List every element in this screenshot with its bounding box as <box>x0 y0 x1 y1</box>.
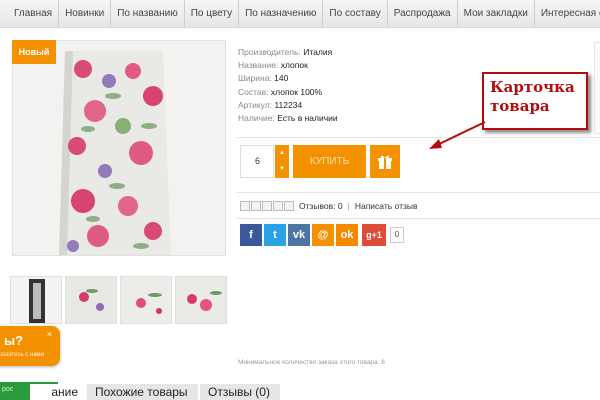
quantity-stepper[interactable]: ▲ ▼ <box>275 145 289 178</box>
spec-name: Название: хлопок <box>238 59 338 72</box>
spec-value: Есть в наличии <box>277 113 338 124</box>
spec-value: 140 <box>274 73 289 84</box>
social-share: f t vk @ ok g+1 0 <box>240 224 404 246</box>
annotation-line: товара <box>490 97 550 115</box>
twitter-icon[interactable]: t <box>264 224 286 246</box>
new-badge: Новый <box>12 40 56 64</box>
star-icon <box>251 201 261 211</box>
spec-manufacturer: Производитель: Италия <box>238 46 338 59</box>
tab-reviews[interactable]: Отзывы (0) <box>200 384 280 400</box>
buy-button[interactable]: КУПИТЬ <box>293 145 366 178</box>
spec-availability: Наличие: Есть в наличии <box>238 112 338 125</box>
vk-icon[interactable]: vk <box>288 224 310 246</box>
min-order-text: Минимальное количество заказа этого това… <box>238 359 385 366</box>
star-icon <box>284 201 294 211</box>
callback-subtitle: зэзэтесь с нами <box>0 352 45 358</box>
chevron-down-icon[interactable]: ▼ <box>275 161 289 177</box>
nav-item-home[interactable]: Главная <box>0 0 60 27</box>
star-icon <box>240 201 250 211</box>
reviews-row: Отзывов: 0 | Написать отзыв <box>240 201 418 211</box>
quantity-input[interactable]: 6 <box>240 145 274 178</box>
callback-question: ы? <box>4 333 24 348</box>
star-icon <box>273 201 283 211</box>
product-specs: Производитель: Италия Название: хлопок Ш… <box>238 46 338 125</box>
spec-label: Состав: <box>238 86 269 97</box>
spec-label: Наличие: <box>238 113 275 124</box>
spec-label: Артикул: <box>238 99 273 110</box>
rating-stars <box>240 201 294 211</box>
nav-item-sale[interactable]: Распродажа <box>387 0 458 27</box>
product-tabs: ание Похожие товары Отзывы (0) <box>0 380 600 400</box>
nav-item-interesting[interactable]: Интересная стра <box>534 0 600 27</box>
spec-label: Производитель: <box>238 47 301 57</box>
nav-item-by-composition[interactable]: По составу <box>323 0 388 27</box>
tab-description[interactable]: ание <box>30 384 86 400</box>
divider <box>236 192 600 193</box>
nav-item-new[interactable]: Новинки <box>59 0 112 27</box>
thumbnail[interactable] <box>10 276 62 324</box>
nav-item-by-purpose[interactable]: По назначению <box>239 0 324 27</box>
nav-item-by-color[interactable]: По цвету <box>184 0 240 27</box>
spec-sku: Артикул: 112234 <box>238 99 338 112</box>
spec-label: Ширина: <box>238 73 272 84</box>
spec-composition: Состав: хлопок 100% <box>238 86 338 99</box>
gift-icon <box>378 155 392 169</box>
thumbnail[interactable] <box>175 276 227 324</box>
thumbnail[interactable] <box>65 276 117 324</box>
top-navigation: Главная Новинки По названию По цвету По … <box>0 0 600 28</box>
nav-item-bookmarks[interactable]: Мои закладки <box>457 0 535 27</box>
write-review-link[interactable]: Написать отзыв <box>355 201 418 211</box>
product-main-image[interactable] <box>12 40 226 256</box>
tab-similar-products[interactable]: Похожие товары <box>87 384 198 400</box>
annotation-line: Карточка <box>490 78 575 96</box>
spec-value: хлопок <box>280 60 308 71</box>
spec-value: 112234 <box>274 99 303 110</box>
annotation-arrow-icon <box>429 121 486 149</box>
thumbnail-strip <box>10 276 227 324</box>
star-icon <box>262 201 272 211</box>
divider <box>236 137 600 138</box>
side-panel-edge <box>594 42 600 134</box>
spec-value: Италия <box>303 47 333 57</box>
annotation-label: Карточка товара <box>482 72 588 130</box>
nav-item-by-name[interactable]: По названию <box>111 0 185 27</box>
thumbnail[interactable] <box>120 276 172 324</box>
gift-button[interactable] <box>370 145 400 178</box>
close-icon[interactable]: × <box>47 329 52 339</box>
spec-value: хлопок 100% <box>270 86 323 97</box>
spec-width: Ширина: 140 <box>238 72 338 85</box>
facebook-icon[interactable]: f <box>240 224 262 246</box>
callback-widget[interactable]: ы? × зэзэтесь с нами <box>0 326 60 366</box>
odnoklassniki-icon[interactable]: ok <box>336 224 358 246</box>
spec-label: Название: <box>238 60 279 71</box>
mail-icon[interactable]: @ <box>312 224 334 246</box>
google-plus-count: 0 <box>390 227 404 243</box>
separator: | <box>347 201 350 211</box>
google-plus-button[interactable]: g+1 <box>362 224 386 246</box>
floral-fabric-image <box>13 41 225 255</box>
reviews-count: Отзывов: 0 <box>299 201 343 211</box>
divider <box>236 218 600 219</box>
chevron-up-icon[interactable]: ▲ <box>275 145 289 161</box>
